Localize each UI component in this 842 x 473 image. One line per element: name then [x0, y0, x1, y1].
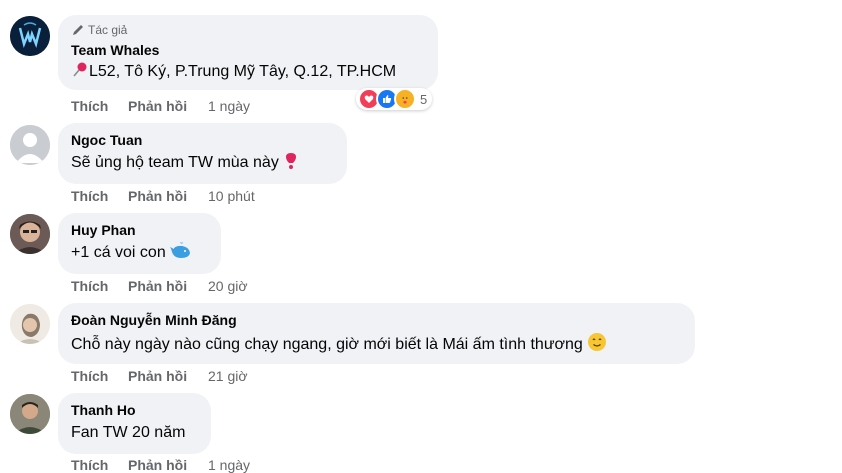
- whale-icon: [170, 242, 191, 258]
- comment-actions: Thích Phản hồi 1 ngày: [71, 457, 250, 473]
- comment-text: L52, Tô Ký, P.Trung Mỹ Tây, Q.12, TP.HCM: [89, 63, 397, 80]
- author-tag: Tác giả: [71, 23, 424, 37]
- comment-text-wrap: +1 cá voi con: [71, 242, 207, 264]
- comment-author-name[interactable]: Đoàn Nguyễn Minh Đăng: [71, 311, 681, 329]
- avatar[interactable]: [10, 214, 50, 254]
- comment-text-wrap: Fan TW 20 năm: [71, 422, 197, 444]
- like-button[interactable]: Thích: [71, 278, 128, 294]
- comment-text: +1 cá voi con: [71, 244, 166, 261]
- comment-text-wrap: Chỗ này ngày nào cũng chạy ngang, giờ mớ…: [71, 332, 681, 356]
- reply-button[interactable]: Phản hồi: [128, 188, 208, 204]
- comment-text: Chỗ này ngày nào cũng chạy ngang, giờ mớ…: [71, 336, 583, 353]
- pushpin-icon: [73, 62, 87, 77]
- comment-timestamp[interactable]: 1 ngày: [208, 457, 250, 473]
- comment-timestamp[interactable]: 1 ngày: [208, 98, 250, 114]
- like-button[interactable]: Thích: [71, 98, 128, 114]
- avatar[interactable]: [10, 125, 50, 165]
- reply-button[interactable]: Phản hồi: [128, 278, 208, 294]
- smiling-face-icon: [588, 333, 607, 351]
- like-button[interactable]: Thích: [71, 457, 128, 473]
- user-photo-avatar: [10, 394, 50, 434]
- user-photo-avatar: [10, 304, 50, 344]
- comment-bubble: Tác giả Team Whales L52, Tô Ký, P.Trung …: [58, 15, 438, 90]
- comment-author-name[interactable]: Huy Phan: [71, 221, 207, 239]
- comment-timestamp[interactable]: 10 phút: [208, 188, 255, 204]
- avatar[interactable]: [10, 304, 50, 344]
- comment-text-wrap: Sẽ ủng hộ team TW mùa này: [71, 152, 333, 174]
- comment-text: Sẽ ủng hộ team TW mùa này: [71, 154, 279, 171]
- reaction-summary[interactable]: 5: [356, 88, 433, 110]
- comment-timestamp[interactable]: 21 giờ: [208, 368, 248, 384]
- like-button[interactable]: Thích: [71, 368, 128, 384]
- comment-text: Fan TW 20 năm: [71, 424, 186, 441]
- reaction-count: 5: [420, 91, 428, 107]
- reply-button[interactable]: Phản hồi: [128, 98, 208, 114]
- team-whales-logo: [10, 16, 50, 56]
- comment-author-name[interactable]: Ngoc Tuan: [71, 131, 333, 149]
- comment-text-wrap: L52, Tô Ký, P.Trung Mỹ Tây, Q.12, TP.HCM: [71, 61, 424, 83]
- comment-actions: Thích Phản hồi 20 giờ: [71, 278, 248, 294]
- red-exclamation-icon: [286, 153, 297, 169]
- comment-timestamp[interactable]: 20 giờ: [208, 278, 248, 294]
- comment-bubble: Đoàn Nguyễn Minh Đăng Chỗ này ngày nào c…: [58, 303, 695, 364]
- comment-actions: Thích Phản hồi 1 ngày: [71, 98, 250, 114]
- user-photo-avatar: [10, 214, 50, 254]
- comment-bubble: Thanh Ho Fan TW 20 năm: [58, 393, 211, 454]
- comment-author-name[interactable]: Thanh Ho: [71, 401, 197, 419]
- like-button[interactable]: Thích: [71, 188, 128, 204]
- default-avatar-icon: [10, 125, 50, 165]
- avatar[interactable]: [10, 394, 50, 434]
- comment-bubble: Ngoc Tuan Sẽ ủng hộ team TW mùa này: [58, 123, 347, 184]
- reply-button[interactable]: Phản hồi: [128, 368, 208, 384]
- author-tag-label: Tác giả: [88, 23, 128, 37]
- comment-actions: Thích Phản hồi 10 phút: [71, 188, 255, 204]
- avatar[interactable]: [10, 16, 50, 56]
- comment-actions: Thích Phản hồi 21 giờ: [71, 368, 248, 384]
- reply-button[interactable]: Phản hồi: [128, 457, 208, 473]
- care-icon: [394, 88, 416, 110]
- pencil-icon: [73, 25, 83, 35]
- comment-bubble: Huy Phan +1 cá voi con: [58, 213, 221, 274]
- comment-author-name[interactable]: Team Whales: [71, 41, 424, 59]
